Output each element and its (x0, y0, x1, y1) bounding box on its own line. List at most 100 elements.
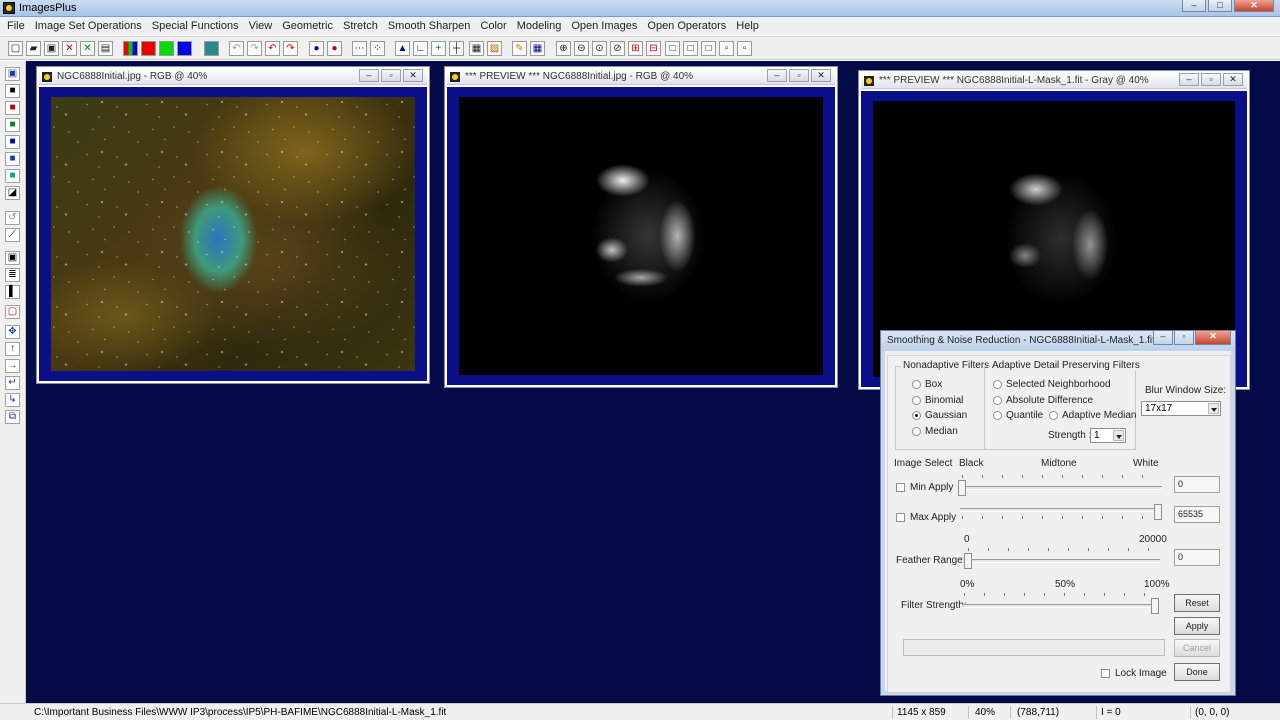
apply-button[interactable]: Apply (1174, 617, 1220, 635)
frame-icon[interactable]: ▣ (5, 251, 20, 265)
lock-image-checkbox[interactable]: Lock Image (1101, 668, 1167, 679)
plus-icon[interactable]: + (431, 41, 446, 56)
window-tile-1-icon[interactable]: □ (665, 41, 680, 56)
menu-geometric[interactable]: Geometric (277, 20, 338, 32)
line-tool-icon[interactable]: ⟋ (5, 228, 20, 242)
zoom-actual-icon[interactable]: ⊘ (610, 41, 625, 56)
move-icon[interactable]: ✥ (5, 325, 20, 339)
zoom-in-icon[interactable]: ⊕ (556, 41, 571, 56)
table-icon[interactable]: ▦ (530, 41, 545, 56)
bar-icon[interactable]: ▌ (5, 285, 20, 299)
app-minimize-button[interactable]: – (1182, 0, 1206, 12)
radio-gaussian[interactable]: Gaussian (912, 410, 967, 421)
pencil-icon[interactable]: ✎ (512, 41, 527, 56)
dots-line-icon[interactable]: ⋯ (352, 41, 367, 56)
menu-open-operators[interactable]: Open Operators (642, 20, 731, 32)
save-tool-icon[interactable]: ▣ (5, 67, 20, 81)
blue-channel-icon[interactable] (177, 41, 192, 56)
dialog-maximize-button[interactable]: ▫ (1174, 331, 1194, 345)
feather-slider-track[interactable] (966, 559, 1160, 563)
curve-icon[interactable]: ∟ (413, 41, 428, 56)
menu-color[interactable]: Color (475, 20, 511, 32)
add-icon[interactable]: ⊞ (628, 41, 643, 56)
radio-box[interactable]: Box (912, 379, 942, 390)
minimize-button[interactable]: – (359, 69, 379, 82)
black-white-icon[interactable]: ◪ (5, 186, 20, 200)
max-apply-slider-thumb[interactable] (1154, 504, 1162, 520)
close-all-icon[interactable]: ✕ (80, 41, 95, 56)
max-apply-value[interactable]: 65535 (1174, 506, 1220, 523)
zoom-out-icon[interactable]: ⊖ (574, 41, 589, 56)
new-file-icon[interactable]: ▢ (8, 41, 23, 56)
blue-square-icon[interactable]: ■ (5, 135, 20, 149)
green-square-icon[interactable]: ■ (5, 118, 20, 132)
min-apply-value[interactable]: 0 (1174, 476, 1220, 493)
red-square-icon[interactable]: ■ (5, 101, 20, 115)
feather-slider-thumb[interactable] (964, 553, 972, 569)
reset-button[interactable]: Reset (1174, 594, 1220, 612)
arrow-return-icon[interactable]: ↵ (5, 376, 20, 390)
min-apply-checkbox[interactable]: Min Apply (896, 482, 953, 493)
max-apply-checkbox[interactable]: Max Apply (896, 512, 956, 523)
grid-icon[interactable]: ▦ (469, 41, 484, 56)
feather-value[interactable]: 0 (1174, 549, 1220, 566)
copy-frames-icon[interactable]: ⧉ (5, 410, 20, 424)
app-close-button[interactable]: ✕ (1234, 0, 1274, 12)
histogram-icon[interactable]: ▲ (395, 41, 410, 56)
green-channel-icon[interactable] (159, 41, 174, 56)
layer-square-icon[interactable]: ■ (5, 169, 20, 183)
menu-stretch[interactable]: Stretch (338, 20, 383, 32)
maximize-button[interactable]: ▫ (789, 69, 809, 82)
scatter-plot-icon[interactable]: ⁘ (370, 41, 385, 56)
grid-select-icon[interactable] (204, 41, 219, 56)
radio-binomial[interactable]: Binomial (912, 395, 963, 406)
window-tile-5-icon[interactable]: ▫ (737, 41, 752, 56)
maximize-button[interactable]: ▫ (381, 69, 401, 82)
subtract-icon[interactable]: ⊟ (646, 41, 661, 56)
save-icon[interactable]: ▣ (44, 41, 59, 56)
record-icon[interactable]: ● (309, 41, 324, 56)
menu-modeling[interactable]: Modeling (512, 20, 567, 32)
min-apply-slider-track[interactable] (960, 486, 1162, 490)
arrow-up-icon[interactable]: ↑ (5, 342, 20, 356)
maximize-button[interactable]: ▫ (1201, 73, 1221, 86)
filter-strength-slider-thumb[interactable] (1151, 598, 1159, 614)
menu-smooth-sharpen[interactable]: Smooth Sharpen (383, 20, 476, 32)
menu-image-set-operations[interactable]: Image Set Operations (30, 20, 147, 32)
menu-open-images[interactable]: Open Images (566, 20, 642, 32)
crosshair-icon[interactable]: ┼ (449, 41, 464, 56)
rgb-channels-icon[interactable] (123, 41, 138, 56)
menu-view[interactable]: View (244, 20, 278, 32)
align-icon[interactable]: ≣ (5, 268, 20, 282)
image-window-preview-rgb[interactable]: *** PREVIEW *** NGC6888Initial.jpg - RGB… (444, 66, 838, 388)
open-folder-icon[interactable]: ▰ (26, 41, 41, 56)
menu-file[interactable]: File (2, 20, 30, 32)
window-tile-4-icon[interactable]: ▫ (719, 41, 734, 56)
mono-square-icon[interactable]: ■ (5, 152, 20, 166)
window-tile-2-icon[interactable]: □ (683, 41, 698, 56)
window-tile-3-icon[interactable]: □ (701, 41, 716, 56)
close-button[interactable]: ✕ (403, 69, 423, 82)
undo-icon[interactable]: ↶ (229, 41, 244, 56)
paint-icon[interactable]: ▨ (487, 41, 502, 56)
filter-strength-slider-track[interactable] (962, 604, 1158, 608)
close-button[interactable]: ✕ (811, 69, 831, 82)
dialog-close-button[interactable]: ✕ (1195, 331, 1231, 345)
nebula-color-image[interactable] (51, 97, 415, 371)
app-maximize-button[interactable]: □ (1208, 0, 1232, 12)
red-channel-icon[interactable] (141, 41, 156, 56)
mask-preview-image[interactable] (459, 97, 823, 375)
minimize-button[interactable]: – (767, 69, 787, 82)
radio-quantile[interactable]: Quantile (993, 410, 1043, 421)
blur-window-select[interactable]: 17x17 (1141, 401, 1221, 416)
menu-help[interactable]: Help (731, 20, 764, 32)
minimize-button[interactable]: – (1179, 73, 1199, 86)
radio-median[interactable]: Median (912, 426, 958, 437)
undo-all-icon[interactable]: ↶ (265, 41, 280, 56)
min-apply-slider-thumb[interactable] (958, 480, 966, 496)
redo-icon[interactable]: ↷ (247, 41, 262, 56)
max-apply-slider-track[interactable] (960, 508, 1162, 512)
select-region-icon[interactable]: ▢ (5, 305, 20, 319)
black-square-icon[interactable]: ■ (5, 84, 20, 98)
rotate-icon[interactable]: ↺ (5, 211, 20, 225)
